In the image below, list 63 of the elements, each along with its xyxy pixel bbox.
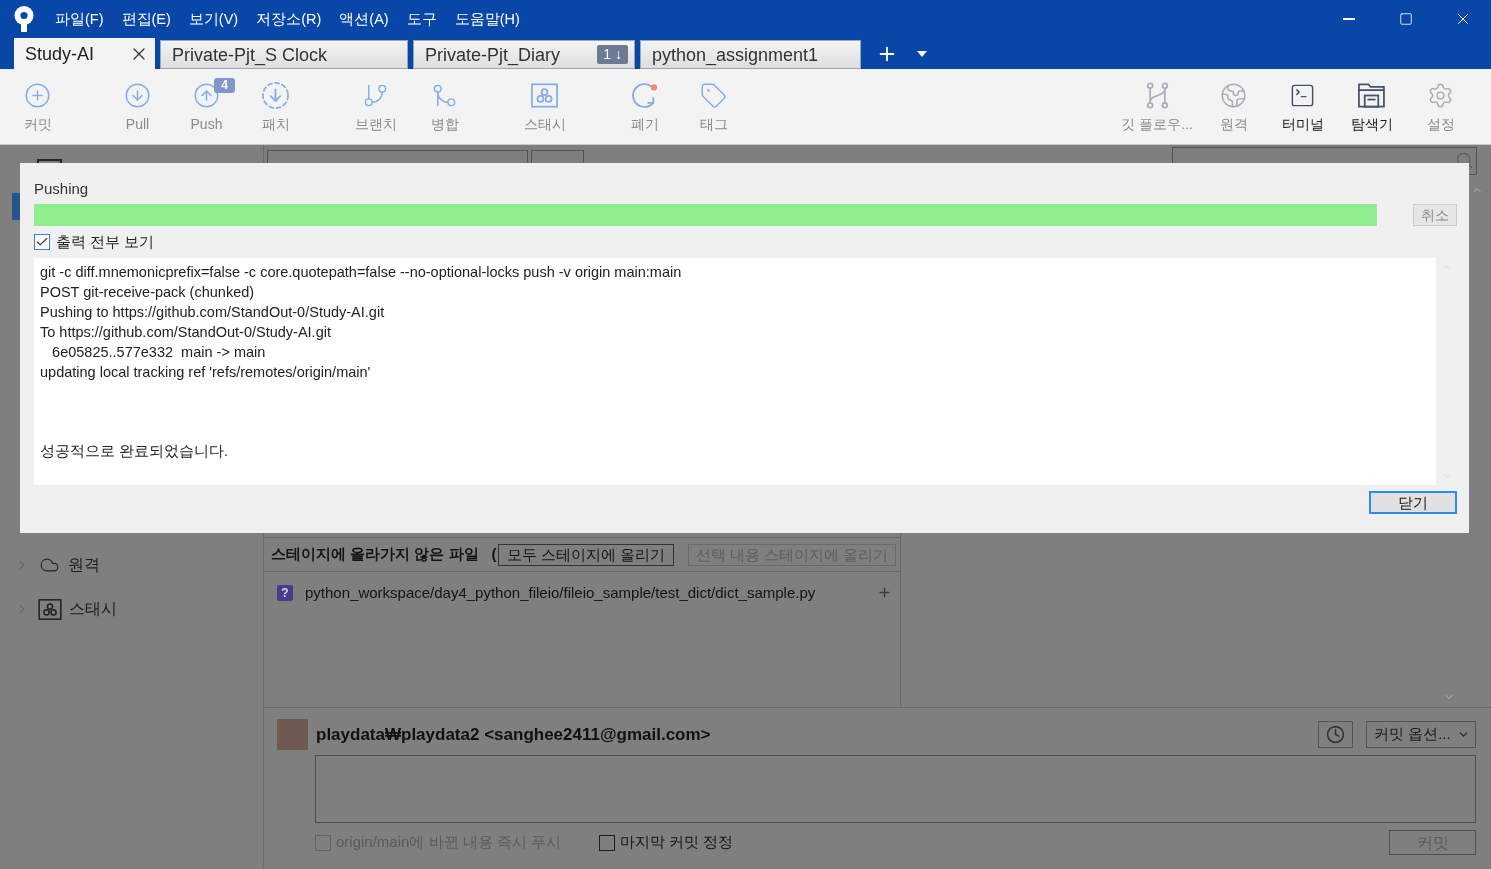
- output-line: Pushing to https://github.com/StandOut-0/Study-AI.git: [40, 303, 385, 322]
- count-badge: 4: [214, 78, 235, 93]
- incoming-count-badge: 1 ↓: [597, 45, 628, 64]
- sidebar-item[interactable]: 스태시: [0, 587, 263, 631]
- result-message: 성공적으로 완료되었습니다.: [40, 442, 229, 461]
- toolbar-button[interactable]: 탐색기: [1337, 69, 1406, 145]
- plus-circle-icon: [24, 82, 51, 109]
- merge-icon: [431, 82, 458, 109]
- clock-icon: [1326, 725, 1345, 744]
- checkbox[interactable]: [34, 234, 50, 250]
- close-dialog-button[interactable]: 닫기: [1369, 491, 1457, 514]
- stash-box-icon: [38, 598, 62, 620]
- branch-icon: [362, 82, 389, 109]
- settings-icon: [1427, 82, 1454, 109]
- output-line: 6e05825..577e332 main -> main: [51, 343, 266, 362]
- menu-item[interactable]: 편집(E): [121, 9, 171, 29]
- minimize-icon: [1342, 18, 1355, 20]
- check-icon: [35, 235, 49, 249]
- repository-tab[interactable]: Private-Pjt_Diary 1 ↓: [413, 40, 635, 69]
- dashed-down-arrow-circle-icon: [262, 82, 289, 109]
- menu-item[interactable]: 액션(A): [339, 9, 389, 29]
- dialog-title: Pushing: [34, 180, 89, 198]
- output-line: To https://github.com/StandOut-0/Study-AI.git: [40, 323, 331, 342]
- section-title: 스테이지에 올라가지 않은 파일: [271, 544, 479, 565]
- menu-item[interactable]: 파일(F): [55, 9, 104, 29]
- folder-icon: [1358, 82, 1385, 109]
- plus-icon[interactable]: [877, 585, 892, 600]
- caret-icon: [917, 51, 927, 57]
- menu-item[interactable]: 보기(V): [188, 9, 239, 29]
- menu-item[interactable]: 도움말(H): [454, 9, 520, 29]
- terminal-icon: [1289, 82, 1316, 109]
- avatar-photo-placeholder: [277, 719, 308, 750]
- repository-tab[interactable]: Study-AI: [14, 38, 155, 69]
- file-status-badge: ?: [277, 584, 293, 601]
- globe-icon: [1220, 82, 1247, 109]
- up-arrow-circle-icon: [193, 82, 220, 109]
- repository-tab[interactable]: Private-Pjt_S Clock: [160, 40, 408, 69]
- output-line: POST git-receive-pack (chunked): [40, 283, 255, 302]
- commit-options-dropdown[interactable]: 커밋 옵션...: [1366, 721, 1476, 748]
- author-name: playdata₩playdata2 <sanghee2411@gmail.com>: [316, 723, 711, 746]
- stash-box-icon: [531, 82, 558, 109]
- app-logo-icon: [13, 6, 35, 32]
- output-line: git -c diff.mnemonicprefix=false -c core.quotepath=false --no-optional-locks push -v origin main:main: [40, 263, 682, 282]
- circular-arrow-icon: [631, 82, 658, 109]
- stage-all-button[interactable]: 모두 스테이지에 올리기: [497, 543, 674, 566]
- down-arrow-circle-icon: [124, 82, 151, 109]
- file-path: python_workspace/day4_python_fileio/fileio_sample/test_dict/dict_sample.py: [305, 582, 816, 603]
- toolbar-button[interactable]: 터미널: [1268, 69, 1337, 145]
- history-button[interactable]: [1318, 721, 1353, 748]
- checkbox-label: 출력 전부 보기: [56, 233, 155, 251]
- file-row[interactable]: ? python_workspace/day4_python_fileio/fileio_sample/test_dict/dict_sample.py: [264, 580, 900, 605]
- sidebar-item[interactable]: 원격: [0, 543, 263, 587]
- menu-item[interactable]: 도구: [406, 9, 437, 29]
- output-line: updating local tracking ref 'refs/remotes/origin/main': [40, 363, 371, 382]
- section-title-suffix: (: [491, 544, 497, 565]
- maximize-icon: [1398, 12, 1413, 26]
- selection-indicator: [12, 193, 20, 220]
- tag-icon: [700, 82, 727, 109]
- checkbox-label: 마지막 커밋 정정: [620, 832, 734, 853]
- menu-item[interactable]: 저장소(R): [256, 9, 322, 29]
- checkbox[interactable]: [599, 834, 616, 851]
- commit-message-field[interactable]: [315, 755, 1476, 823]
- repository-tab[interactable]: python_assignment1: [640, 40, 861, 69]
